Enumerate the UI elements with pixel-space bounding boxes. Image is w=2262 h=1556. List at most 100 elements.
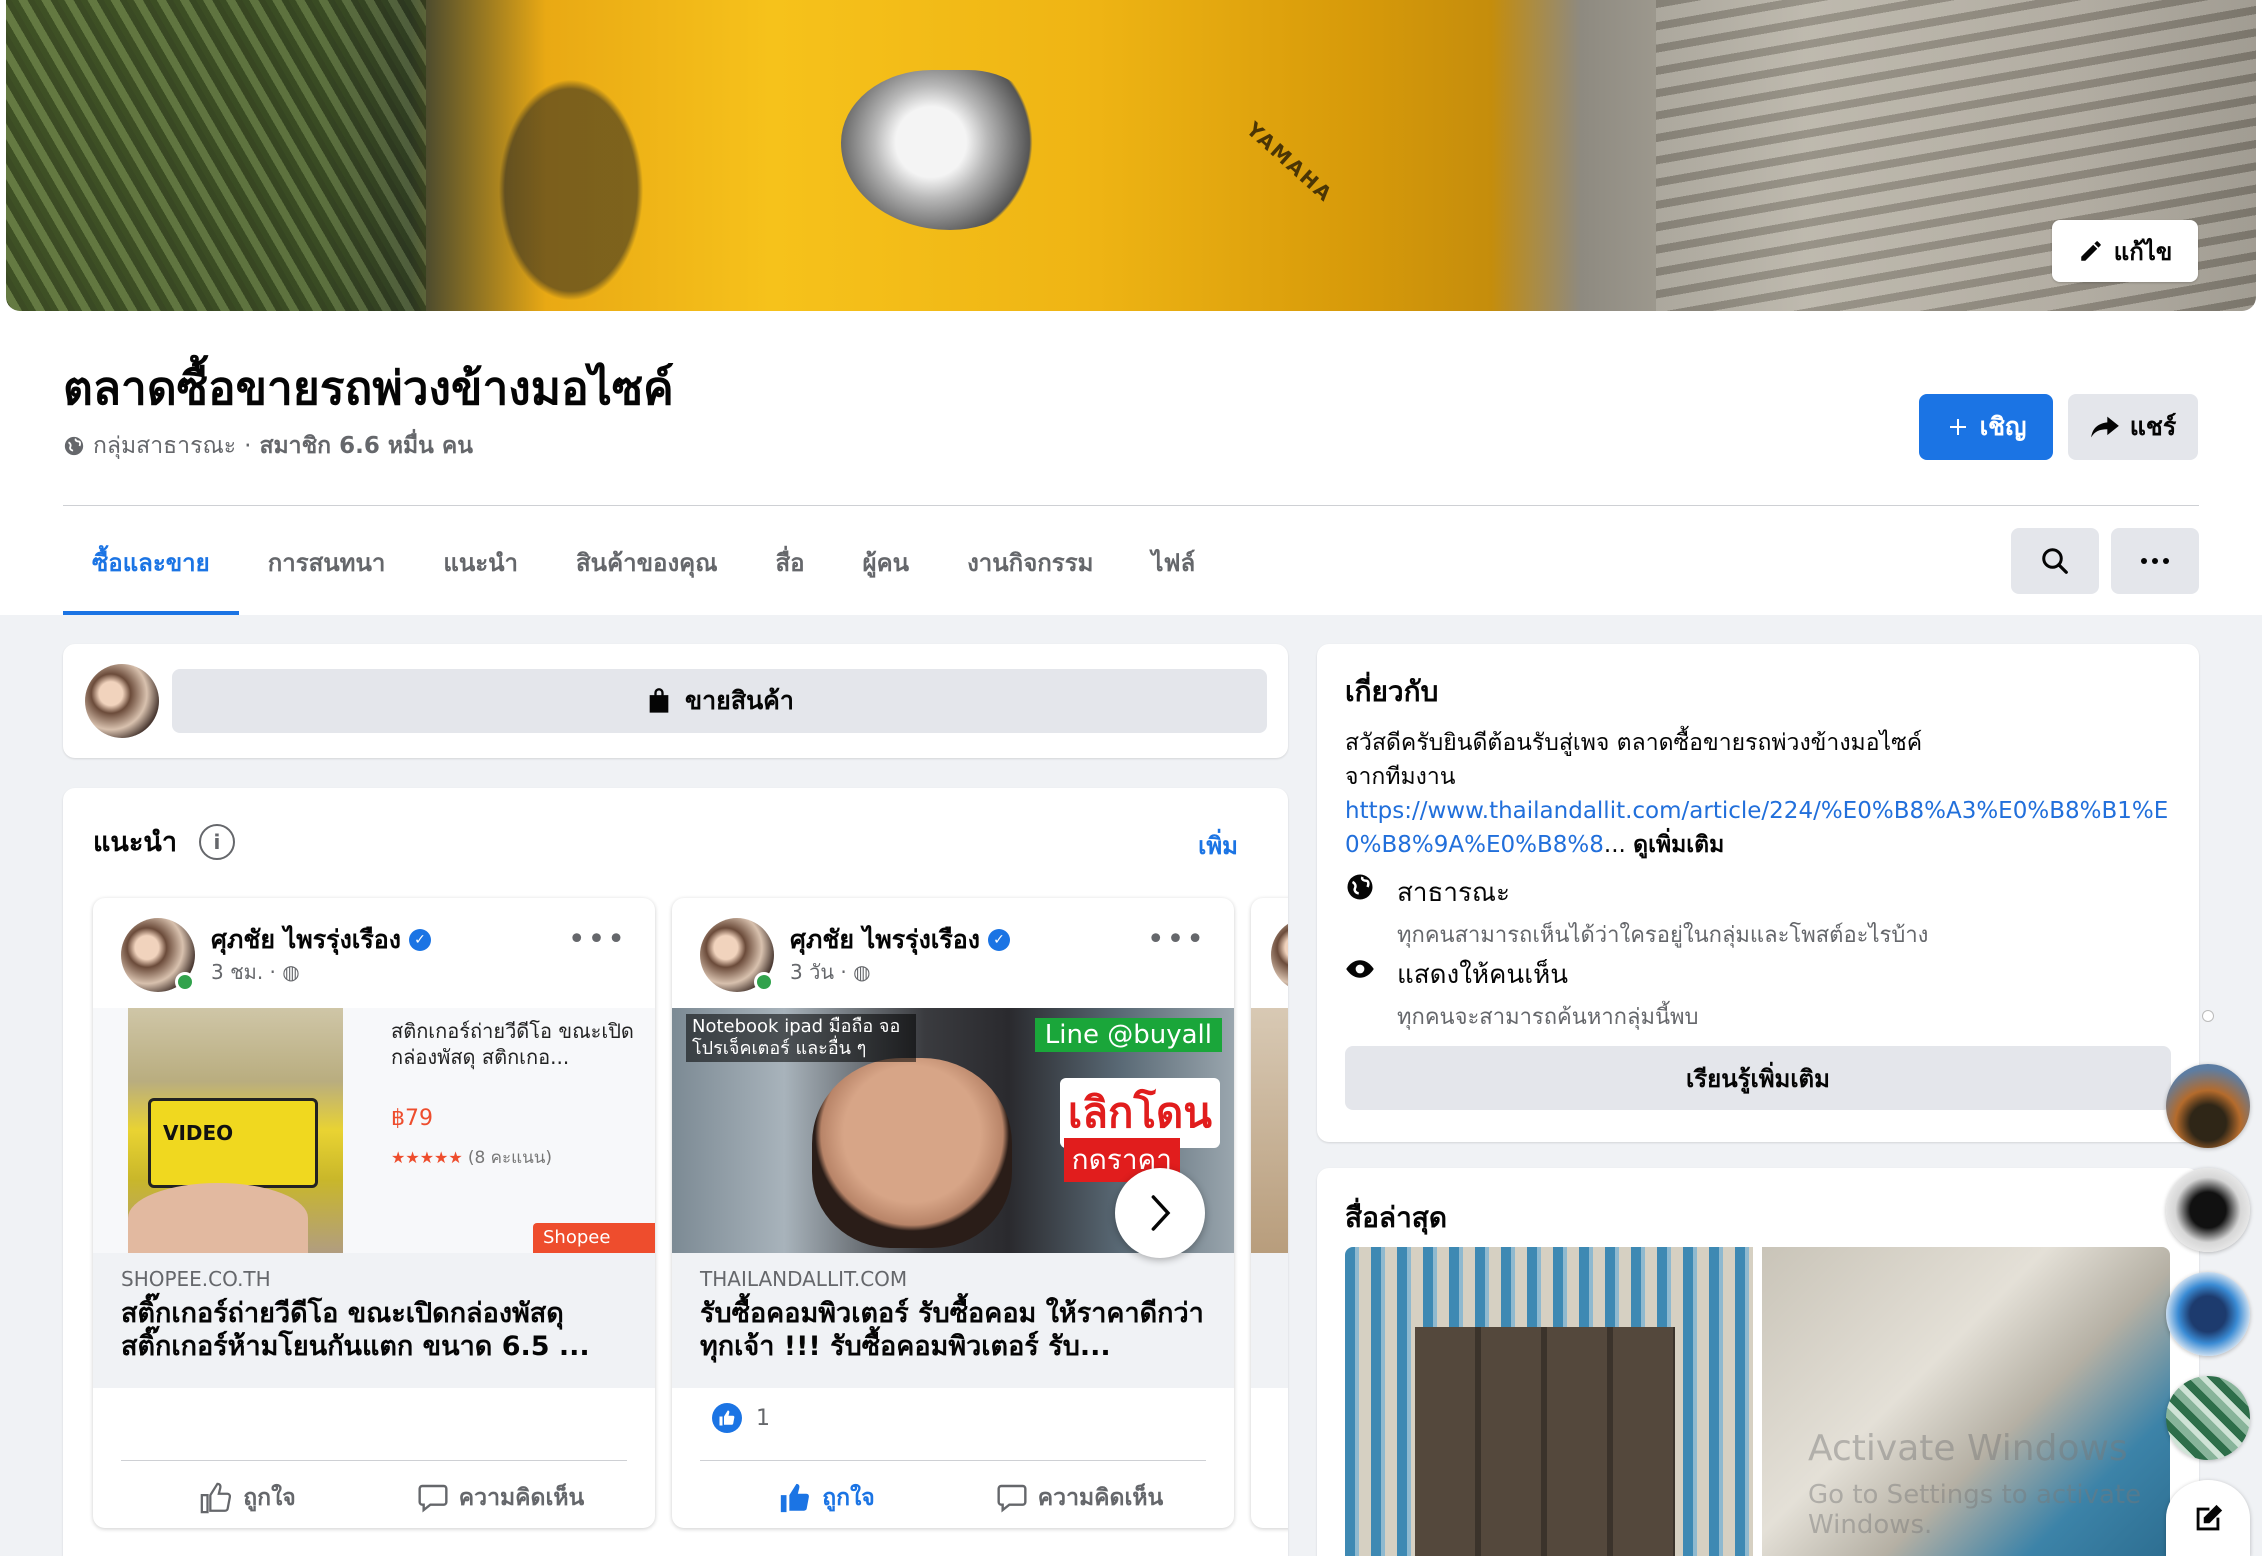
thumbs-up-icon [200, 1482, 232, 1514]
post-time: 3 ชม. · ◍ [211, 956, 300, 988]
chat-head-avatar[interactable] [2166, 1064, 2250, 1148]
see-more-link[interactable]: เพิ่ม [1198, 826, 1238, 865]
group-privacy[interactable]: กลุ่มสาธารณะ [93, 428, 236, 464]
overlay-line-text: Line @buyall [1034, 1018, 1222, 1052]
recommended-title: แนะนำ [93, 827, 177, 858]
like-button[interactable]: ถูกใจ [121, 1468, 374, 1528]
search-icon [2042, 548, 2068, 574]
tab-discussion[interactable]: การสนทนา [239, 510, 415, 615]
sell-item-button[interactable]: ขายสินค้า [172, 669, 1267, 733]
plus-icon [1949, 419, 1966, 435]
about-section: เกี่ยวกับ สวัสดีครับยินดีต้อนรับสู่เพจ ต… [1317, 644, 2199, 1142]
chat-head-avatar[interactable] [2166, 1168, 2250, 1252]
post-time: 3 วัน · ◍ [790, 956, 871, 988]
visibility-text: แสดงให้คนเห็น ทุกคนจะสามารถค้นหากลุ่มนี้… [1397, 954, 1698, 1034]
cover-tyre [486, 60, 656, 311]
featured-post-partial[interactable] [1251, 898, 1288, 1528]
invite-label: เชิญ [1979, 412, 2027, 441]
post-actions: ถูกใจ ความคิดเห็น [700, 1468, 1206, 1528]
info-icon[interactable]: i [198, 823, 235, 860]
link-info[interactable]: THAILANDALLIT.COM รับซื้อคอมพิวเตอร์ รับ… [672, 1253, 1234, 1388]
author-name[interactable]: ศุภชัย ไพรรุ่งเรือง [211, 920, 401, 960]
post-more-icon[interactable]: ••• [568, 922, 627, 957]
author-avatar [1271, 918, 1288, 992]
post-time-text[interactable]: 3 ชม. · [211, 960, 276, 984]
online-status-dot [754, 972, 774, 992]
media-photo[interactable] [1345, 1247, 1753, 1556]
verified-badge-icon: ✓ [408, 929, 431, 951]
invite-button[interactable]: เชิญ [1919, 394, 2053, 460]
link-preview-image[interactable]: VIDEO สติกเกอร์ถ่ายวีดีโอ ขณะเปิดกล่องพั… [93, 1008, 655, 1253]
tab-buy-sell[interactable]: ซื้อและขาย [63, 510, 239, 615]
like-button[interactable]: ถูกใจ [700, 1468, 953, 1528]
link-title: รับซื้อคอมพิวเตอร์ รับซื้อคอม ให้ราคาดีก… [700, 1298, 1204, 1362]
actions-divider [700, 1460, 1206, 1461]
about-url-link[interactable]: https://www.thailandallit.com/article/22… [1345, 798, 2168, 858]
sell-item-label: ขายสินค้า [685, 686, 794, 715]
author-name[interactable]: ศุภชัย ไพรรุ่งเรือง [790, 920, 980, 960]
carousel-next-button[interactable] [1115, 1168, 1205, 1258]
overlay-top-text: Notebook ipad มือถือ จอ โปรเจ็คเตอร์ และ… [686, 1014, 916, 1062]
reaction-summary[interactable]: 1 [712, 1403, 770, 1433]
tab-media[interactable]: สื่อ [746, 510, 833, 615]
share-button[interactable]: แชร์ [2068, 394, 2198, 460]
tab-featured[interactable]: แนะนำ [414, 510, 547, 615]
post-time-text[interactable]: 3 วัน · [790, 960, 847, 984]
edit-cover-button[interactable]: แก้ไข [2052, 220, 2198, 282]
link-title: สติ๊กเกอร์ถ่ายวีดีโอ ขณะเปิดกล่องพัสดุ ส… [121, 1298, 590, 1362]
group-meta: กลุ่มสาธารณะ · สมาชิก 6.6 หมื่น คน [63, 428, 473, 464]
learn-more-button[interactable]: เรียนรู้เพิ่มเติม [1345, 1046, 2171, 1110]
comment-button[interactable]: ความคิดเห็น [374, 1468, 627, 1528]
share-label: แชร์ [2129, 412, 2177, 441]
search-button[interactable] [2011, 528, 2099, 594]
privacy-text: สาธารณะ ทุกคนสามารถเห็นได้ว่าใครอยู่ในกล… [1397, 872, 1928, 952]
comment-icon [997, 1484, 1027, 1513]
chevron-right-icon [1151, 1195, 1171, 1231]
globe-icon: ◍ [853, 960, 871, 984]
link-domain: THAILANDALLIT.COM [700, 1267, 908, 1291]
edit-cover-label: แก้ไข [2113, 237, 2173, 266]
group-title: ตลาดซื้อขายรถพ่วงข้างมอไซค์ [63, 361, 674, 415]
like-reaction-icon [712, 1403, 742, 1433]
hand-shape [128, 1183, 308, 1253]
windows-watermark-sub: Go to Settings to activate Windows. [1808, 1480, 2142, 1540]
about-ellipsis: ... [1603, 832, 1626, 858]
recent-media-title: สื่อล่าสุด [1345, 1201, 1448, 1234]
about-description: สวัสดีครับยินดีต้อนรับสู่เพจ ตลาดซื้อขาย… [1345, 726, 2175, 862]
post-more-icon[interactable]: ••• [1147, 922, 1206, 957]
actions-divider [121, 1460, 627, 1461]
tab-people[interactable]: ผู้คน [834, 510, 939, 615]
link-domain: SHOPEE.CO.TH [121, 1267, 271, 1291]
cover-grass [6, 0, 426, 311]
tab-your-items[interactable]: สินค้าของคุณ [547, 510, 746, 615]
tab-events[interactable]: งานกิจกรรม [938, 510, 1122, 615]
see-more-about[interactable]: ดูเพิ่มเติม [1633, 832, 1724, 858]
tab-files[interactable]: ไฟล์ [1122, 510, 1224, 615]
chat-head-avatar[interactable] [2166, 1272, 2250, 1356]
comment-button[interactable]: ความคิดเห็น [953, 1468, 1206, 1528]
like-label: ถูกใจ [822, 1485, 875, 1511]
cover-photo: YAMAHA [6, 0, 2256, 311]
privacy-desc: ทุกคนสามารถเห็นได้ว่าใครอยู่ในกลุ่มและโพ… [1397, 923, 1929, 948]
avatar[interactable] [85, 664, 159, 738]
globe-icon: ◍ [282, 960, 300, 984]
privacy-info: สาธารณะ ทุกคนสามารถเห็นได้ว่าใครอยู่ในกล… [1345, 872, 1928, 952]
rating-stars: ★★★★★ [391, 1148, 463, 1167]
comment-icon [418, 1484, 448, 1513]
about-url-line: https://www.thailandallit.com/article/22… [1345, 794, 2175, 862]
about-title: เกี่ยวกับ [1345, 675, 1439, 708]
group-header: YAMAHA แก้ไข ตลาดซื้อขายรถพ่วงข้างมอไซค์… [0, 0, 2262, 615]
group-members[interactable]: สมาชิก 6.6 หมื่น คน [259, 428, 473, 464]
more-options-button[interactable] [2111, 528, 2199, 594]
wood-deck [1415, 1327, 1675, 1556]
comment-label: ความคิดเห็น [1037, 1485, 1164, 1511]
like-count: 1 [756, 1405, 770, 1431]
chat-head-avatar[interactable] [2166, 1376, 2250, 1460]
recommended-header: แนะนำ i [93, 820, 235, 863]
comment-label: ความคิดเห็น [458, 1485, 585, 1511]
link-info[interactable]: SHOPEE.CO.TH สติ๊กเกอร์ถ่ายวีดีโอ ขณะเปิ… [93, 1253, 655, 1388]
cover-brand-text: YAMAHA [1241, 117, 1338, 207]
featured-post: ศุภชัย ไพรรุ่งเรือง ✓ 3 ชม. · ◍ ••• VIDE… [93, 898, 655, 1528]
globe-icon [64, 436, 84, 456]
product-price: ฿79 [391, 1106, 433, 1131]
